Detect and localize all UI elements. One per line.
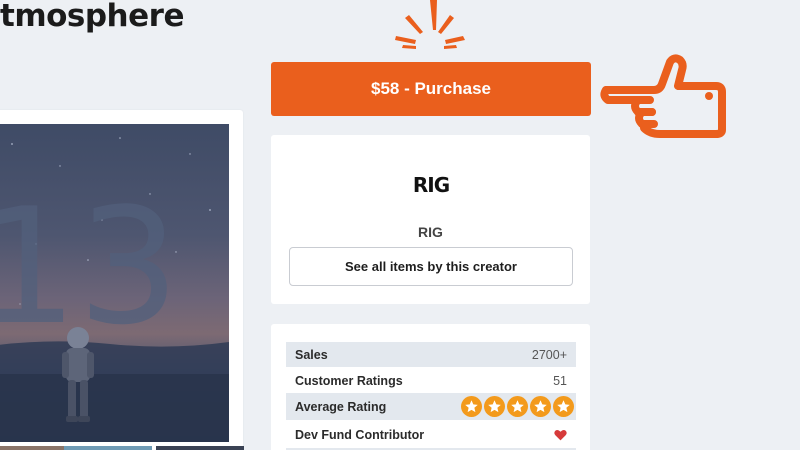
sales-value: 2700+ bbox=[531, 347, 567, 362]
page-title: tmosphere bbox=[0, 0, 184, 34]
star-icon bbox=[461, 396, 482, 417]
creator-name[interactable]: RIG bbox=[271, 224, 590, 240]
svg-text:RIG: RIG bbox=[413, 173, 449, 197]
thumbnail[interactable] bbox=[64, 446, 152, 450]
pointing-hand-icon bbox=[600, 54, 726, 138]
preview-card: 13 bbox=[0, 110, 243, 450]
stat-row-dev-fund: Dev Fund Contributor bbox=[286, 422, 576, 447]
customer-ratings-value: 51 bbox=[553, 373, 567, 388]
preview-illustration: 13 bbox=[0, 137, 229, 442]
sales-label: Sales bbox=[295, 347, 328, 362]
see-all-items-button[interactable]: See all items by this creator bbox=[289, 247, 573, 286]
star-icon bbox=[507, 396, 528, 417]
stat-row-sales: Sales 2700+ bbox=[286, 342, 576, 367]
heart-icon bbox=[554, 429, 567, 440]
creator-logo[interactable]: RIG bbox=[410, 171, 452, 197]
average-rating-label: Average Rating bbox=[295, 399, 387, 414]
creator-card: RIG RIG See all items by this creator bbox=[271, 135, 590, 304]
stat-row-average-rating: Average Rating bbox=[286, 393, 576, 420]
preview-number: 13 bbox=[0, 173, 180, 360]
stat-row-customer-ratings: Customer Ratings 51 bbox=[286, 368, 576, 393]
stats-card: Sales 2700+ Customer Ratings 51 Average … bbox=[271, 324, 590, 450]
star-icon bbox=[484, 396, 505, 417]
dev-fund-label: Dev Fund Contributor bbox=[295, 427, 425, 442]
star-icon bbox=[530, 396, 551, 417]
preview-image[interactable]: 13 bbox=[0, 124, 229, 442]
star-rating bbox=[461, 396, 574, 417]
purchase-button[interactable]: $58 - Purchase bbox=[271, 62, 591, 116]
star-icon bbox=[553, 396, 574, 417]
customer-ratings-label: Customer Ratings bbox=[295, 373, 403, 388]
attention-burst-icon bbox=[395, 0, 465, 49]
thumbnail[interactable] bbox=[156, 446, 244, 450]
